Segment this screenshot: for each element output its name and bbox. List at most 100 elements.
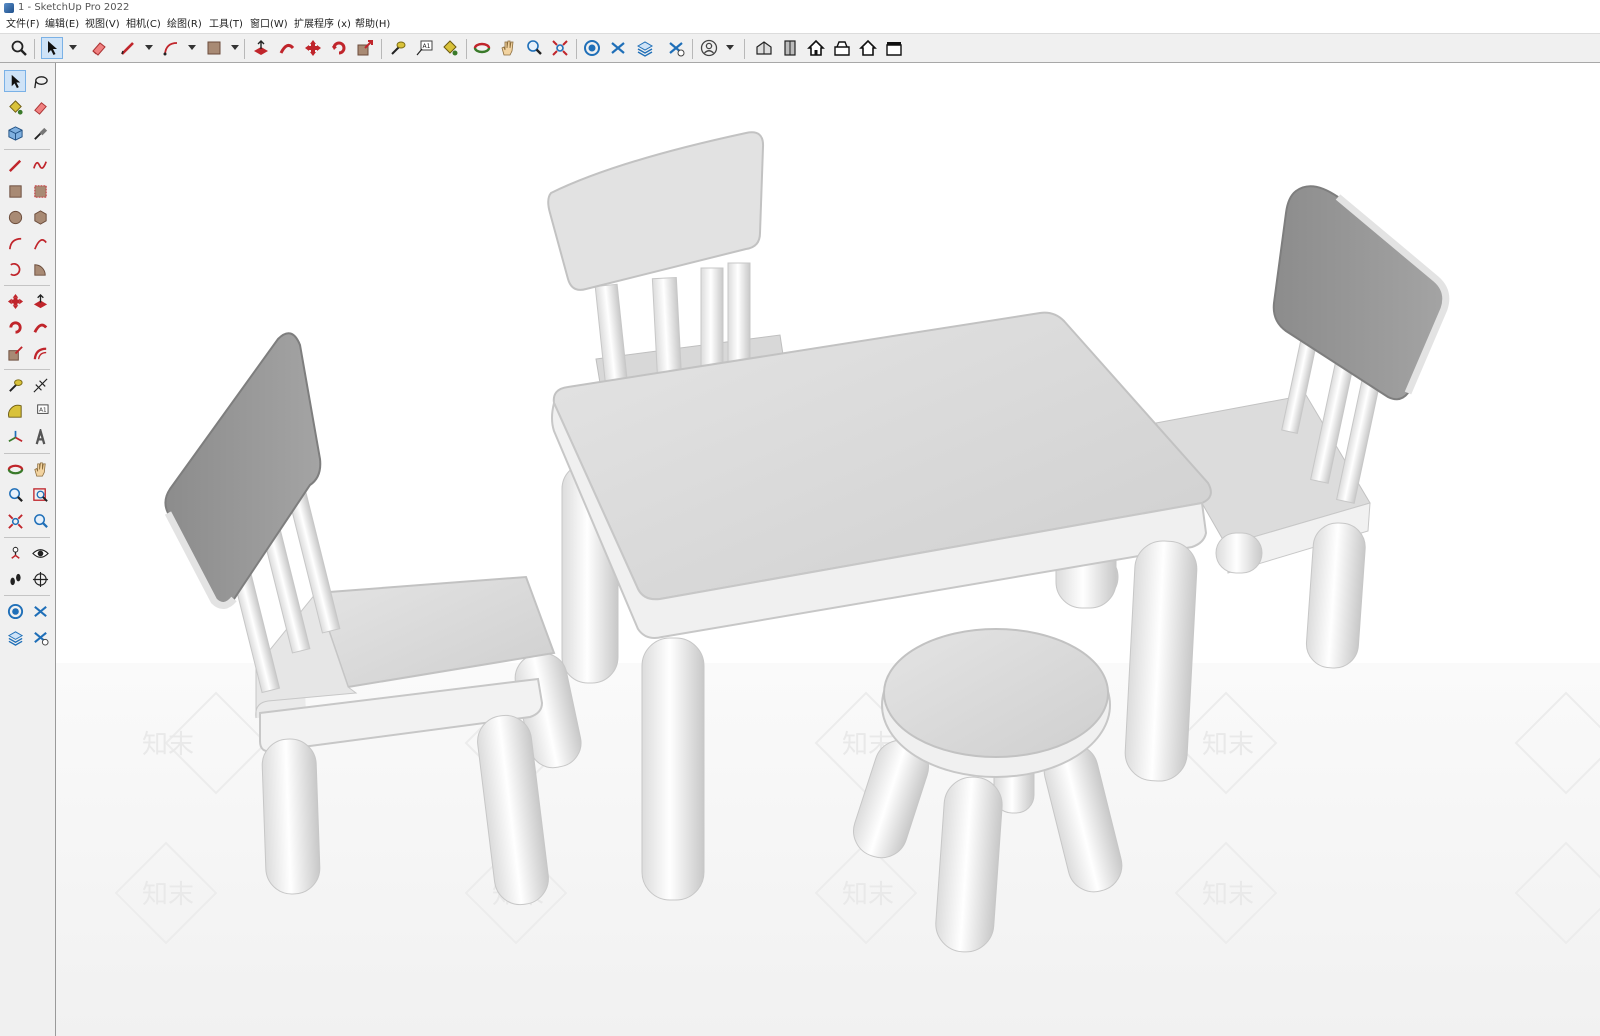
view-left-button[interactable]	[883, 37, 905, 59]
move-arrows-icon	[7, 293, 23, 309]
line-tool-button[interactable]	[117, 37, 139, 59]
polygon-button[interactable]	[29, 206, 51, 228]
zoom-tool-button[interactable]	[523, 37, 545, 59]
eraser-button[interactable]	[29, 96, 51, 118]
look-around-button[interactable]	[29, 542, 51, 564]
axes-icon	[7, 430, 23, 442]
follow-me-tool-button[interactable]	[276, 37, 298, 59]
rectangle-tool-button[interactable]	[203, 37, 225, 59]
move-button[interactable]	[4, 290, 26, 312]
make-component-button[interactable]	[4, 122, 26, 144]
paint-bucket-tool-button[interactable]	[439, 37, 461, 59]
tape-measure-button[interactable]	[4, 374, 26, 396]
zoom-window-icon	[32, 487, 48, 502]
account-button[interactable]	[698, 37, 720, 59]
menu-edit[interactable]: 编辑(E)	[45, 16, 79, 33]
left-house-icon	[886, 42, 902, 56]
zoom-button[interactable]	[4, 484, 26, 506]
modeling-viewport[interactable]: 知末 知末 知末 知末 知末 知末 知末 知末	[56, 63, 1600, 1036]
title-bar: 1 - SketchUp Pro 2022	[0, 0, 1600, 16]
pie-button[interactable]	[29, 258, 51, 280]
zoom-extents-button[interactable]	[4, 510, 26, 532]
offset-button[interactable]	[29, 342, 51, 364]
warehouse-button[interactable]	[581, 37, 603, 59]
view-iso-button[interactable]	[753, 37, 775, 59]
paint-bucket-icon	[8, 99, 23, 115]
select-dropdown-caret[interactable]	[69, 45, 77, 50]
text-label-icon: A1	[36, 403, 49, 414]
scale-tool-button[interactable]	[354, 37, 376, 59]
text-tool-button[interactable]: A1	[413, 37, 435, 59]
lasso-select-button[interactable]	[29, 70, 51, 92]
offset-icon	[33, 347, 46, 359]
push-pull-tool-button[interactable]	[250, 37, 272, 59]
zoom-extents-tool-button[interactable]	[549, 37, 571, 59]
tape-measure-tool-button[interactable]	[387, 37, 409, 59]
extension-warehouse-button[interactable]	[607, 37, 629, 59]
push-pull-button[interactable]	[29, 290, 51, 312]
dimension-button[interactable]	[29, 374, 51, 396]
search-tool-button[interactable]	[8, 37, 30, 59]
menu-view[interactable]: 视图(V)	[85, 16, 120, 33]
rotated-rectangle-button[interactable]	[29, 180, 51, 202]
rotate-tool-button[interactable]	[328, 37, 350, 59]
orbit-button[interactable]	[4, 458, 26, 480]
paint-bucket-button[interactable]	[4, 96, 26, 118]
tool-group-separator	[4, 595, 50, 596]
account-dropdown-caret[interactable]	[726, 45, 734, 50]
line-button[interactable]	[4, 154, 26, 176]
menu-camera[interactable]: 相机(C)	[126, 16, 161, 33]
rectangle-button[interactable]	[4, 180, 26, 202]
menu-tools[interactable]: 工具(T)	[209, 16, 243, 33]
menu-extensions[interactable]: 扩展程序 (x)	[294, 16, 351, 33]
warehouse-button[interactable]	[4, 600, 26, 622]
rotate-button[interactable]	[4, 316, 26, 338]
axes-button[interactable]	[4, 426, 26, 448]
circle-button[interactable]	[4, 206, 26, 228]
menu-draw[interactable]: 绘图(R)	[167, 16, 202, 33]
three-point-arc-button[interactable]	[4, 258, 26, 280]
view-top-button[interactable]	[779, 37, 801, 59]
extension-manager-button[interactable]	[29, 626, 51, 648]
section-plane-button[interactable]	[29, 568, 51, 590]
eraser-tool-button[interactable]	[88, 37, 110, 59]
position-camera-button[interactable]	[4, 542, 26, 564]
orbit-tool-button[interactable]	[471, 37, 493, 59]
3d-text-button[interactable]	[29, 426, 51, 448]
text-button[interactable]: A1	[29, 400, 51, 422]
layout-button[interactable]	[634, 37, 656, 59]
rectangle-dropdown-caret[interactable]	[231, 45, 239, 50]
extension-manager-button[interactable]	[665, 37, 687, 59]
menu-help[interactable]: 帮助(H)	[355, 16, 390, 33]
view-back-button[interactable]	[857, 37, 879, 59]
layout-button[interactable]	[4, 626, 26, 648]
3d-warehouse-icon	[584, 40, 600, 56]
extension-warehouse-button[interactable]	[29, 600, 51, 622]
view-right-button[interactable]	[831, 37, 853, 59]
pan-tool-button[interactable]	[497, 37, 519, 59]
watermark-label: 知末	[142, 730, 194, 760]
previous-view-button[interactable]	[29, 510, 51, 532]
select-tool-button[interactable]	[4, 70, 26, 92]
zoom-window-button[interactable]	[29, 484, 51, 506]
tag-tool-button[interactable]	[29, 122, 51, 144]
line-dropdown-caret[interactable]	[145, 45, 153, 50]
tool-group-separator	[4, 453, 50, 454]
walk-button[interactable]	[4, 568, 26, 590]
arc-dropdown-caret[interactable]	[188, 45, 196, 50]
two-point-arc-button[interactable]	[29, 232, 51, 254]
select-tool-button[interactable]	[41, 37, 63, 59]
scale-button[interactable]	[4, 342, 26, 364]
window-title: 1 - SketchUp Pro 2022	[18, 2, 130, 13]
follow-me-button[interactable]	[29, 316, 51, 338]
pan-button[interactable]	[29, 458, 51, 480]
view-front-button[interactable]	[805, 37, 827, 59]
menu-file[interactable]: 文件(F)	[6, 16, 40, 33]
freehand-button[interactable]	[29, 154, 51, 176]
back-house-icon	[859, 39, 877, 56]
move-tool-button[interactable]	[302, 37, 324, 59]
menu-window[interactable]: 窗口(W)	[250, 16, 288, 33]
arc-button[interactable]	[4, 232, 26, 254]
protractor-button[interactable]	[4, 400, 26, 422]
arc-tool-button[interactable]	[160, 37, 182, 59]
